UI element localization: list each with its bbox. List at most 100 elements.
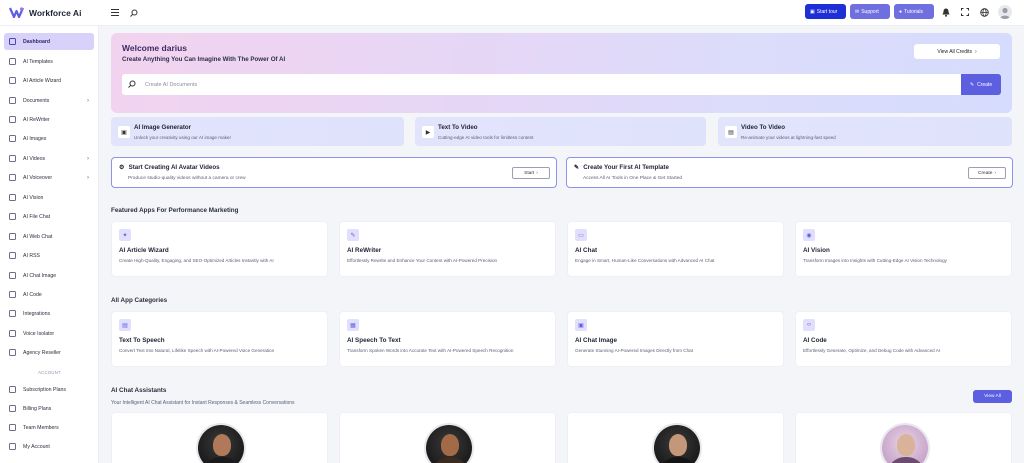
search-icon [128, 80, 136, 90]
support-icon: ✉ [855, 8, 860, 15]
feature-video-to-video[interactable]: ▤ Video To Video Re-animate your videos … [718, 117, 1012, 146]
voice-isolator-icon [9, 330, 16, 337]
pen-icon: ✎ [574, 164, 580, 171]
tour-icon: ▣ [810, 8, 815, 15]
sidebar-item-ai-templates[interactable]: AI Templates [4, 53, 94, 70]
sidebar-item-my-account[interactable]: My Account [4, 438, 94, 455]
code-icon: ‹› [803, 319, 815, 331]
templates-icon [9, 58, 16, 65]
promo-ai-template: ✎ Create Your First AI Template Access Al… [566, 157, 1013, 188]
chat-image-icon [9, 272, 16, 279]
create-documents-input[interactable] [145, 81, 925, 88]
sidebar: Dashboard AI Templates AI Article Wizard… [0, 26, 99, 463]
app-card-ai-vision[interactable]: ◉ AI Vision Transform Images into Insigh… [795, 221, 1012, 277]
chevron-right-icon: › [87, 174, 89, 181]
card-desc: Generate Stunning AI-Powered Images Dire… [575, 348, 693, 353]
logo[interactable]: Workforce Ai [0, 6, 99, 19]
chevron-right-icon: › [87, 155, 89, 162]
tutorials-icon: ● [899, 8, 903, 15]
start-tour-button[interactable]: ▣ Start tour [805, 4, 846, 19]
chevron-right-icon: › [974, 48, 977, 55]
card-desc: Transform Spoken Words into Accurate Tex… [347, 348, 514, 353]
card-desc: Engage in Smart, Human-Like Conversation… [575, 258, 715, 263]
sidebar-item-ai-vision[interactable]: AI Vision [4, 189, 94, 206]
feature-title: Text To Video [438, 124, 478, 131]
voiceover-icon [9, 174, 16, 181]
feature-ai-image-generator[interactable]: ▣ AI Image Generator Unlock your creativ… [111, 117, 404, 146]
sidebar-item-ai-web-chat[interactable]: AI Web Chat [4, 228, 94, 245]
sidebar-item-ai-rewriter[interactable]: AI ReWriter [4, 111, 94, 128]
sidebar-item-voice-isolator[interactable]: Voice Isolator [4, 325, 94, 342]
film-icon: ▤ [725, 126, 737, 138]
support-button[interactable]: ✉ Support [850, 4, 890, 19]
sidebar-item-dashboard[interactable]: Dashboard [4, 33, 94, 50]
app-card-ai-chat[interactable]: ▭ AI Chat Engage in Smart, Human-Like Co… [567, 221, 784, 277]
app-card-ai-article-wizard[interactable]: ✦ AI Article Wizard Create High-Quality,… [111, 221, 328, 277]
assistant-card[interactable] [111, 412, 328, 463]
app-card-text-to-speech[interactable]: ▤ Text To Speech Convert Text into Natur… [111, 311, 328, 367]
feature-text-to-video[interactable]: ▶ Text To Video Cutting-edge AI video to… [415, 117, 706, 146]
view-all-credits-button[interactable]: View All Credits › [914, 44, 1000, 59]
start-button[interactable]: Start › [512, 167, 550, 179]
card-desc: Transform Images into Insights with Cutt… [803, 258, 947, 263]
card-title: AI Chat [575, 247, 598, 254]
welcome-banner: Welcome darius Create Anything You Can I… [111, 33, 1012, 113]
create-template-button[interactable]: Create › [968, 167, 1006, 179]
card-title: AI Chat Image [575, 337, 617, 344]
assistant-avatar [880, 423, 930, 463]
assistant-card[interactable] [339, 412, 556, 463]
card-desc: Create High-Quality, Engaging, and SEO-O… [119, 258, 274, 263]
avatar[interactable] [998, 5, 1012, 19]
sidebar-item-ai-code[interactable]: AI Code [4, 286, 94, 303]
card-desc: Effortlessly Generate, Optimize, and Deb… [803, 348, 941, 353]
card-title: AI Speech To Text [347, 337, 401, 344]
view-all-button[interactable]: View All [973, 390, 1012, 403]
fullscreen-icon[interactable] [959, 6, 971, 18]
create-button[interactable]: ✎ Create [961, 74, 1001, 95]
image-icon: ▣ [118, 126, 130, 138]
sidebar-item-integrations[interactable]: Integrations [4, 305, 94, 322]
sidebar-item-ai-images[interactable]: AI Images [4, 130, 94, 147]
video-icon: ▶ [422, 126, 434, 138]
sidebar-item-ai-file-chat[interactable]: AI File Chat [4, 208, 94, 225]
promo-avatar-videos: ⚙ Start Creating AI Avatar Videos Produce… [111, 157, 557, 188]
promo-title: Create Your First AI Template [583, 164, 669, 171]
app-card-ai-code[interactable]: ‹› AI Code Effortlessly Generate, Optimi… [795, 311, 1012, 367]
card-desc: Effortlessly Rewrite and Enhance Your Co… [347, 258, 498, 263]
web-chat-icon [9, 233, 16, 240]
sidebar-item-ai-voiceover[interactable]: AI Voiceover › [4, 169, 94, 186]
wand-icon [9, 77, 16, 84]
chat-assistants-heading: AI Chat Assistants [111, 387, 167, 394]
app-card-ai-speech-to-text[interactable]: ▦ AI Speech To Text Transform Spoken Wor… [339, 311, 556, 367]
sidebar-item-billing-plans[interactable]: Billing Plans [4, 400, 94, 417]
promo-title: Start Creating AI Avatar Videos [128, 164, 220, 171]
search-bar[interactable] [122, 74, 961, 95]
assistant-avatar [652, 423, 702, 463]
sidebar-item-ai-chat-image[interactable]: AI Chat Image [4, 267, 94, 284]
sidebar-item-subscription-plans[interactable]: Subscription Plans [4, 381, 94, 398]
assistant-card[interactable] [795, 412, 1012, 463]
globe-icon[interactable] [978, 6, 990, 18]
assistant-avatar [424, 423, 474, 463]
sidebar-item-ai-videos[interactable]: AI Videos › [4, 150, 94, 167]
user-icon [9, 443, 16, 450]
dashboard-icon [9, 38, 16, 45]
sidebar-item-agency-reseller[interactable]: Agency Reseller [4, 344, 94, 361]
sidebar-item-ai-rss[interactable]: AI RSS [4, 247, 94, 264]
chevron-right-icon: › [87, 97, 89, 104]
sidebar-item-ai-article-wizard[interactable]: AI Article Wizard [4, 72, 94, 89]
document-icon [9, 97, 16, 104]
app-categories-heading: All App Categories [111, 297, 168, 304]
pen-icon: ✎ [347, 229, 359, 241]
tutorials-button[interactable]: ● Tutorials [894, 4, 934, 19]
assistant-card[interactable] [567, 412, 784, 463]
wand-icon: ✦ [119, 229, 131, 241]
sidebar-item-documents[interactable]: Documents › [4, 92, 94, 109]
menu-toggle-icon[interactable] [109, 7, 121, 19]
sidebar-item-team-members[interactable]: Team Members [4, 419, 94, 436]
app-card-ai-rewriter[interactable]: ✎ AI ReWriter Effortlessly Rewrite and E… [339, 221, 556, 277]
app-card-ai-chat-image[interactable]: ▣ AI Chat Image Generate Stunning AI-Pow… [567, 311, 784, 367]
bell-icon[interactable] [940, 6, 952, 18]
welcome-title: Welcome darius [122, 43, 188, 53]
search-icon[interactable] [128, 7, 140, 19]
